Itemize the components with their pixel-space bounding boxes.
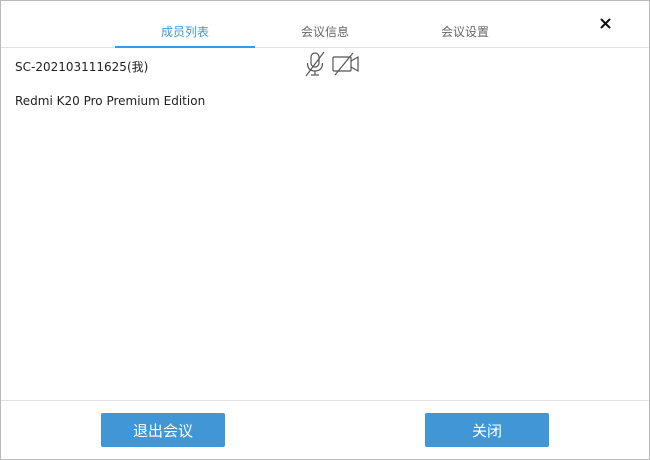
leave-meeting-button[interactable]: 退出会议	[101, 413, 225, 447]
member-row[interactable]: Redmi K20 Pro Premium Edition	[1, 84, 649, 120]
member-name: SC-202103111625(我)	[15, 60, 149, 74]
tab-bar: 成员列表 会议信息 会议设置	[1, 1, 649, 48]
member-name: Redmi K20 Pro Premium Edition	[15, 94, 206, 108]
dialog-footer: 退出会议 关闭	[1, 400, 649, 460]
close-dialog-button[interactable]: 关闭	[425, 413, 549, 447]
tab-meeting-info[interactable]: 会议信息	[255, 21, 395, 47]
close-button[interactable]	[593, 12, 617, 34]
member-row[interactable]: SC-202103111625(我)	[1, 48, 649, 84]
meeting-members-dialog: 成员列表 会议信息 会议设置 SC-202103111625(我) Redmi …	[0, 0, 650, 460]
mic-muted-icon[interactable]	[303, 50, 327, 82]
close-icon	[600, 18, 610, 28]
camera-off-icon[interactable]	[331, 50, 361, 82]
member-list: SC-202103111625(我) Redmi K20 Pro Premium…	[1, 48, 649, 400]
member-status-icons	[303, 50, 365, 82]
tab-meeting-settings[interactable]: 会议设置	[395, 21, 535, 47]
tab-member-list[interactable]: 成员列表	[115, 21, 255, 48]
